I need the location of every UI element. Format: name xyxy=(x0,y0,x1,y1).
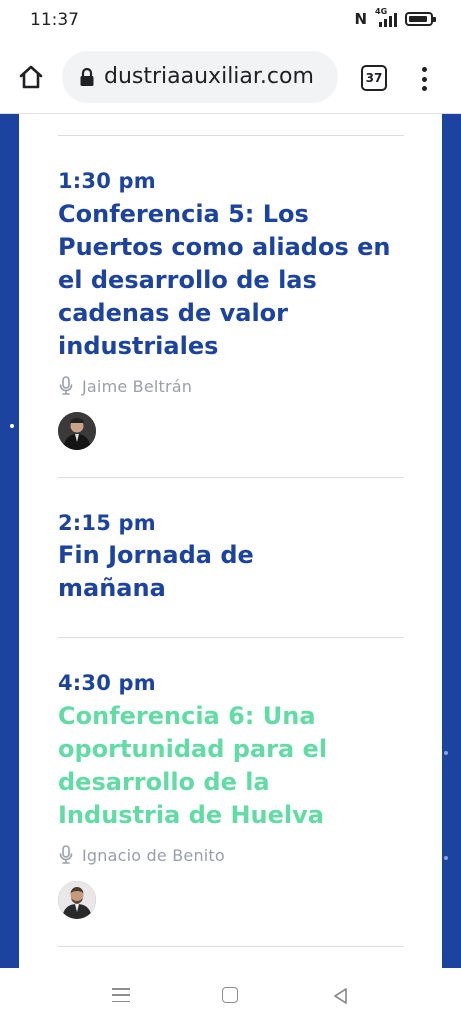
schedule-time: 4:30 pm xyxy=(58,671,156,695)
speaker-avatar[interactable] xyxy=(58,881,96,919)
side-dot xyxy=(444,856,448,860)
browser-toolbar: dustriaauxiliar.com 37 xyxy=(0,40,461,114)
schedule-time: 2:15 pm xyxy=(58,511,156,535)
speaker-name[interactable]: Ignacio de Benito xyxy=(82,846,225,865)
home-square-icon[interactable] xyxy=(222,987,238,1003)
schedule-title[interactable]: Fin Jornada de mañana xyxy=(58,539,358,605)
system-nav-bar xyxy=(0,968,461,1024)
battery-icon xyxy=(405,12,436,26)
schedule-title-highlighted[interactable]: Conferencia 6: Una oportunidad para el d… xyxy=(58,700,388,832)
speaker-photo xyxy=(58,412,96,450)
left-border xyxy=(0,114,19,968)
schedule-time: 1:30 pm xyxy=(58,169,156,193)
url-text[interactable]: dustriaauxiliar.com xyxy=(104,64,334,89)
tab-count: 37 xyxy=(365,71,383,85)
divider xyxy=(58,135,404,136)
back-triangle-icon[interactable] xyxy=(332,987,350,1005)
divider xyxy=(58,477,404,478)
tabs-button[interactable]: 37 xyxy=(361,65,387,91)
status-time: 11:37 xyxy=(30,10,79,30)
address-bar[interactable]: dustriaauxiliar.com xyxy=(62,51,338,103)
speaker-avatar[interactable] xyxy=(58,412,96,450)
side-dot xyxy=(444,751,448,755)
more-vert-icon-dot xyxy=(421,67,427,72)
divider xyxy=(58,637,404,638)
right-border xyxy=(442,114,461,968)
status-icons: N 4G xyxy=(354,7,436,28)
speaker-photo xyxy=(58,881,96,919)
lock-icon xyxy=(80,67,94,86)
network-label: 4G xyxy=(375,7,388,16)
signal-icon: 4G xyxy=(375,7,397,27)
recents-menu-icon[interactable] xyxy=(112,988,130,1002)
microphone-icon xyxy=(59,376,73,395)
status-bar: 11:37 N 4G xyxy=(0,0,461,40)
more-vert-icon-dot xyxy=(421,76,427,82)
speaker-name[interactable]: Jaime Beltrán xyxy=(82,377,192,396)
home-button[interactable] xyxy=(14,60,48,94)
nfc-icon: N xyxy=(354,10,367,28)
side-dot xyxy=(10,424,14,428)
more-vert-icon-dot xyxy=(421,86,427,91)
divider xyxy=(58,946,404,947)
more-menu-button[interactable] xyxy=(414,65,434,93)
speaker-row: Ignacio de Benito xyxy=(58,845,225,865)
schedule-title[interactable]: Conferencia 5: Los Puertos como aliados … xyxy=(58,198,408,363)
home-icon xyxy=(19,65,43,89)
speaker-row: Jaime Beltrán xyxy=(58,376,192,396)
page-content[interactable]: 1:30 pm Conferencia 5: Los Puertos como … xyxy=(0,114,461,968)
microphone-icon xyxy=(59,845,73,864)
